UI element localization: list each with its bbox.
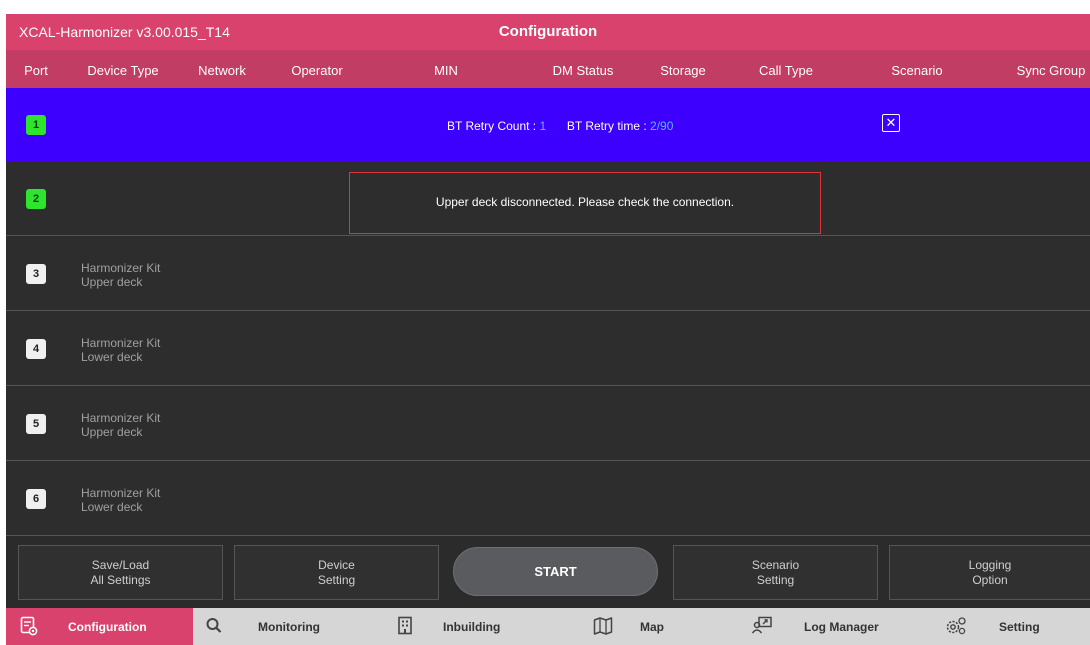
column-header-dm-status: DM Status xyxy=(552,63,614,78)
nav-label: Monitoring xyxy=(258,620,320,634)
logging-option-button[interactable]: Logging Option xyxy=(889,545,1090,600)
column-header-port: Port xyxy=(24,63,48,78)
port-badge: 5 xyxy=(26,414,46,434)
column-header-operator: Operator xyxy=(291,63,343,78)
device-type: Harmonizer Kit Lower deck xyxy=(81,486,160,514)
port-badge: 6 xyxy=(26,489,46,509)
column-header-storage: Storage xyxy=(660,63,706,78)
nav-monitoring[interactable]: Monitoring xyxy=(193,608,383,645)
column-header-network: Network xyxy=(198,63,246,78)
nav-setting[interactable]: Setting xyxy=(935,608,1090,645)
disconnect-warning: Upper deck disconnected. Please check th… xyxy=(349,172,821,234)
device-name: Harmonizer Kit xyxy=(81,411,161,425)
bt-retry-info: BT Retry Count : 1 BT Retry time : 2/90 xyxy=(447,119,673,133)
nav-log-manager[interactable]: Log Manager xyxy=(739,608,935,645)
port-row-6[interactable]: 6 Harmonizer Kit Lower deck xyxy=(6,462,1090,536)
bt-retry-count-value: 1 xyxy=(539,119,547,133)
device-deck: Lower deck xyxy=(81,500,143,514)
device-deck: Upper deck xyxy=(81,275,143,289)
action-bar: Save/Load All Settings Device Setting ST… xyxy=(6,536,1090,608)
device-type: Harmonizer Kit Upper deck xyxy=(81,411,160,439)
nav-configuration[interactable]: Configuration xyxy=(6,608,193,645)
nav-label: Configuration xyxy=(68,620,147,634)
bt-retry-time-value: 2/90 xyxy=(650,119,674,133)
close-box-icon[interactable]: ✕ xyxy=(882,114,900,132)
search-icon xyxy=(205,616,223,636)
port-badge: 2 xyxy=(26,189,46,209)
port-row-5[interactable]: 5 Harmonizer Kit Upper deck xyxy=(6,387,1090,461)
log-manager-icon xyxy=(751,616,773,636)
port-badge: 1 xyxy=(26,115,46,135)
configuration-icon xyxy=(20,616,38,636)
gear-icon xyxy=(944,616,968,636)
port-row-3[interactable]: 3 Harmonizer Kit Upper deck xyxy=(6,237,1090,311)
page-title: Configuration xyxy=(498,23,598,40)
bt-retry-count-label: BT Retry Count : xyxy=(447,119,537,133)
app-window: XCAL-Harmonizer v3.00.015_T14 Configurat… xyxy=(6,14,1090,645)
column-header-bar: Port Device Type Network Operator MIN DM… xyxy=(6,50,1090,88)
device-deck: Lower deck xyxy=(81,350,143,364)
port-row-4[interactable]: 4 Harmonizer Kit Lower deck xyxy=(6,312,1090,386)
title-bar: XCAL-Harmonizer v3.00.015_T14 Configurat… xyxy=(6,14,1090,50)
building-icon xyxy=(397,616,413,636)
port-row-2[interactable]: 2 Upper deck disconnected. Please check … xyxy=(6,162,1090,236)
start-button[interactable]: START xyxy=(453,547,658,596)
column-header-device-type: Device Type xyxy=(87,63,159,78)
device-name: Harmonizer Kit xyxy=(81,261,161,275)
device-type: Harmonizer Kit Lower deck xyxy=(81,336,160,364)
device-setting-button[interactable]: Device Setting xyxy=(234,545,439,600)
device-deck: Upper deck xyxy=(81,425,143,439)
nav-inbuilding[interactable]: Inbuilding xyxy=(383,608,575,645)
nav-label: Log Manager xyxy=(804,620,879,634)
nav-label: Inbuilding xyxy=(443,620,501,634)
bt-retry-time-label: BT Retry time : xyxy=(566,119,647,133)
nav-label: Setting xyxy=(999,620,1040,634)
port-badge: 3 xyxy=(26,264,46,284)
map-icon xyxy=(593,616,613,636)
scenario-setting-button[interactable]: Scenario Setting xyxy=(673,545,878,600)
device-name: Harmonizer Kit xyxy=(81,336,161,350)
device-name: Harmonizer Kit xyxy=(81,486,161,500)
save-load-all-settings-button[interactable]: Save/Load All Settings xyxy=(18,545,223,600)
port-list: 1 BT Retry Count : 1 BT Retry time : 2/9… xyxy=(6,88,1090,536)
port-badge: 4 xyxy=(26,339,46,359)
column-header-call-type: Call Type xyxy=(759,63,813,78)
column-header-sync-group: Sync Group xyxy=(1016,63,1086,78)
column-header-scenario: Scenario xyxy=(891,63,943,78)
device-type: Harmonizer Kit Upper deck xyxy=(81,261,160,289)
port-row-1[interactable]: 1 BT Retry Count : 1 BT Retry time : 2/9… xyxy=(6,88,1090,162)
nav-label: Map xyxy=(640,620,664,634)
column-header-min: MIN xyxy=(434,63,458,78)
bottom-nav: Configuration Monitoring Inbuilding Map … xyxy=(6,608,1090,645)
nav-map[interactable]: Map xyxy=(575,608,739,645)
